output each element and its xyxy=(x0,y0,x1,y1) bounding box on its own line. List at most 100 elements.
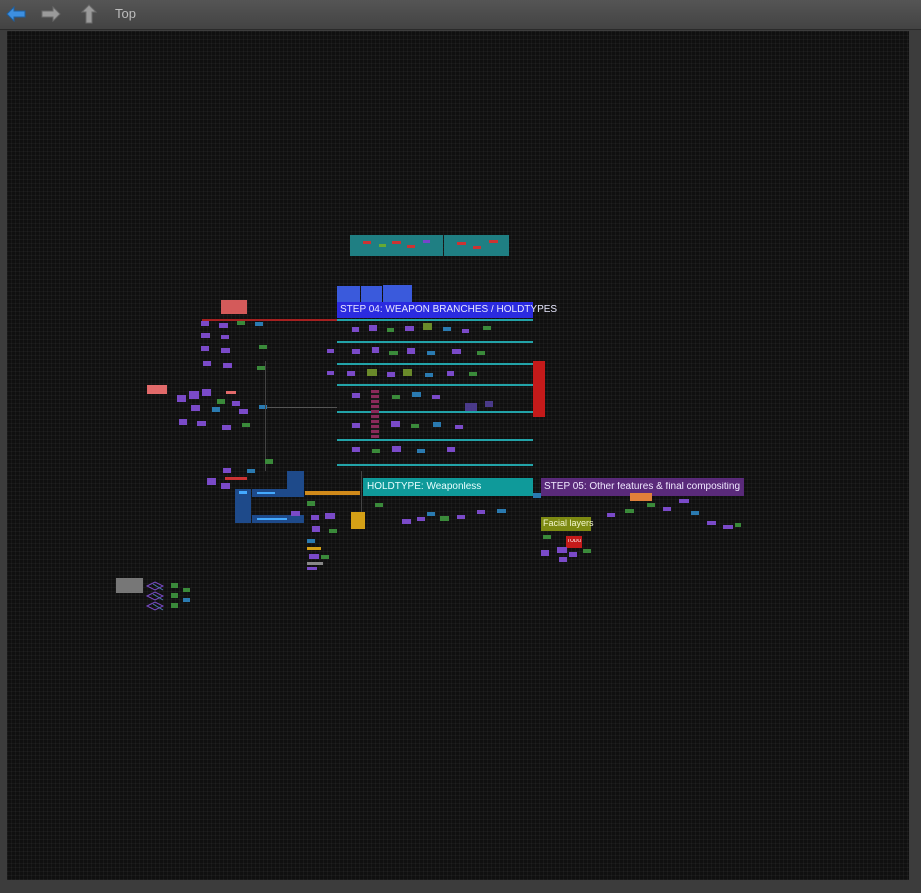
node[interactable] xyxy=(483,326,491,330)
node[interactable] xyxy=(312,526,320,532)
node[interactable] xyxy=(497,509,506,513)
node[interactable] xyxy=(239,409,248,414)
node[interactable] xyxy=(257,492,275,494)
blue-network-box[interactable] xyxy=(235,489,251,523)
node[interactable] xyxy=(265,459,273,464)
node[interactable] xyxy=(427,351,435,355)
node[interactable] xyxy=(325,513,335,519)
node-graph-canvas[interactable]: STEP 04: WEAPON BRANCHES / HOLDTYPES HOL… xyxy=(7,31,909,880)
node[interactable] xyxy=(367,369,377,376)
node[interactable] xyxy=(191,405,200,411)
node[interactable] xyxy=(447,371,454,376)
node[interactable] xyxy=(219,323,228,328)
node[interactable] xyxy=(663,507,671,511)
node[interactable] xyxy=(417,517,425,521)
node[interactable] xyxy=(389,351,398,355)
holdtype-weaponless-box[interactable]: HOLDTYPE: Weaponless xyxy=(363,478,533,496)
orange-line-node[interactable] xyxy=(305,491,360,495)
node[interactable] xyxy=(423,240,430,243)
node[interactable] xyxy=(407,348,415,354)
node[interactable] xyxy=(607,513,615,517)
node[interactable] xyxy=(735,523,741,527)
diamond-node-group[interactable] xyxy=(143,580,193,618)
node[interactable] xyxy=(291,511,300,516)
node-stack[interactable] xyxy=(371,390,379,438)
node[interactable] xyxy=(201,346,209,351)
todo-box[interactable]: TODO xyxy=(566,536,582,548)
node[interactable] xyxy=(691,511,699,515)
node[interactable] xyxy=(375,503,383,507)
node[interactable] xyxy=(723,525,733,529)
node[interactable] xyxy=(489,240,498,243)
node[interactable] xyxy=(217,399,225,404)
node[interactable] xyxy=(412,392,421,397)
node[interactable] xyxy=(533,493,541,498)
red-sticky-node[interactable] xyxy=(221,300,247,314)
gold-node[interactable] xyxy=(351,512,365,529)
node[interactable] xyxy=(352,327,359,332)
node[interactable] xyxy=(223,468,231,473)
node[interactable] xyxy=(257,366,265,370)
node[interactable] xyxy=(352,423,360,428)
node[interactable] xyxy=(352,447,360,452)
node[interactable] xyxy=(469,372,477,376)
node[interactable] xyxy=(307,539,315,543)
node[interactable] xyxy=(462,329,469,333)
node[interactable] xyxy=(392,446,401,452)
node[interactable] xyxy=(583,549,591,553)
node[interactable] xyxy=(433,422,441,427)
node[interactable] xyxy=(226,391,236,394)
node[interactable] xyxy=(391,421,400,427)
up-button[interactable] xyxy=(77,3,101,25)
node[interactable] xyxy=(223,363,232,368)
node[interactable] xyxy=(255,322,263,326)
node[interactable] xyxy=(237,321,245,325)
node[interactable] xyxy=(327,349,334,353)
blue-network-box[interactable] xyxy=(287,471,304,489)
node[interactable] xyxy=(477,351,485,355)
node[interactable] xyxy=(679,499,689,503)
node[interactable] xyxy=(452,349,461,354)
node[interactable] xyxy=(541,550,549,556)
node[interactable] xyxy=(225,477,247,480)
node[interactable] xyxy=(423,323,432,330)
network-box[interactable] xyxy=(361,286,382,303)
node[interactable] xyxy=(347,371,355,376)
node[interactable] xyxy=(352,349,360,354)
node[interactable] xyxy=(405,326,414,331)
step04-box[interactable]: STEP 04: WEAPON BRANCHES / HOLDTYPES xyxy=(337,302,557,318)
node[interactable] xyxy=(232,401,240,406)
node[interactable] xyxy=(387,372,395,377)
node[interactable] xyxy=(257,518,287,520)
node[interactable] xyxy=(307,562,323,565)
node[interactable] xyxy=(559,557,567,562)
network-box-top-left[interactable] xyxy=(350,235,443,256)
node[interactable] xyxy=(202,389,211,396)
breadcrumb[interactable]: Top xyxy=(115,6,136,21)
red-network-box[interactable] xyxy=(533,361,545,417)
node[interactable] xyxy=(242,423,250,427)
node[interactable] xyxy=(307,501,315,506)
node[interactable] xyxy=(425,373,433,377)
orange-sticky-node[interactable] xyxy=(630,493,652,501)
node[interactable] xyxy=(201,333,210,338)
node[interactable] xyxy=(402,519,411,524)
node[interactable] xyxy=(203,361,211,366)
node[interactable] xyxy=(625,509,634,513)
node[interactable] xyxy=(473,246,481,249)
node[interactable] xyxy=(477,510,485,514)
node[interactable] xyxy=(485,401,493,407)
node[interactable] xyxy=(221,348,230,353)
node[interactable] xyxy=(221,483,230,489)
node[interactable] xyxy=(379,244,386,247)
node[interactable] xyxy=(352,393,360,398)
node[interactable] xyxy=(403,369,412,376)
node[interactable] xyxy=(392,395,400,399)
node[interactable] xyxy=(222,425,231,430)
node[interactable] xyxy=(407,245,415,248)
node[interactable] xyxy=(197,421,206,426)
node[interactable] xyxy=(259,345,267,349)
node[interactable] xyxy=(177,395,186,402)
node[interactable] xyxy=(321,555,329,559)
node[interactable] xyxy=(189,391,199,399)
